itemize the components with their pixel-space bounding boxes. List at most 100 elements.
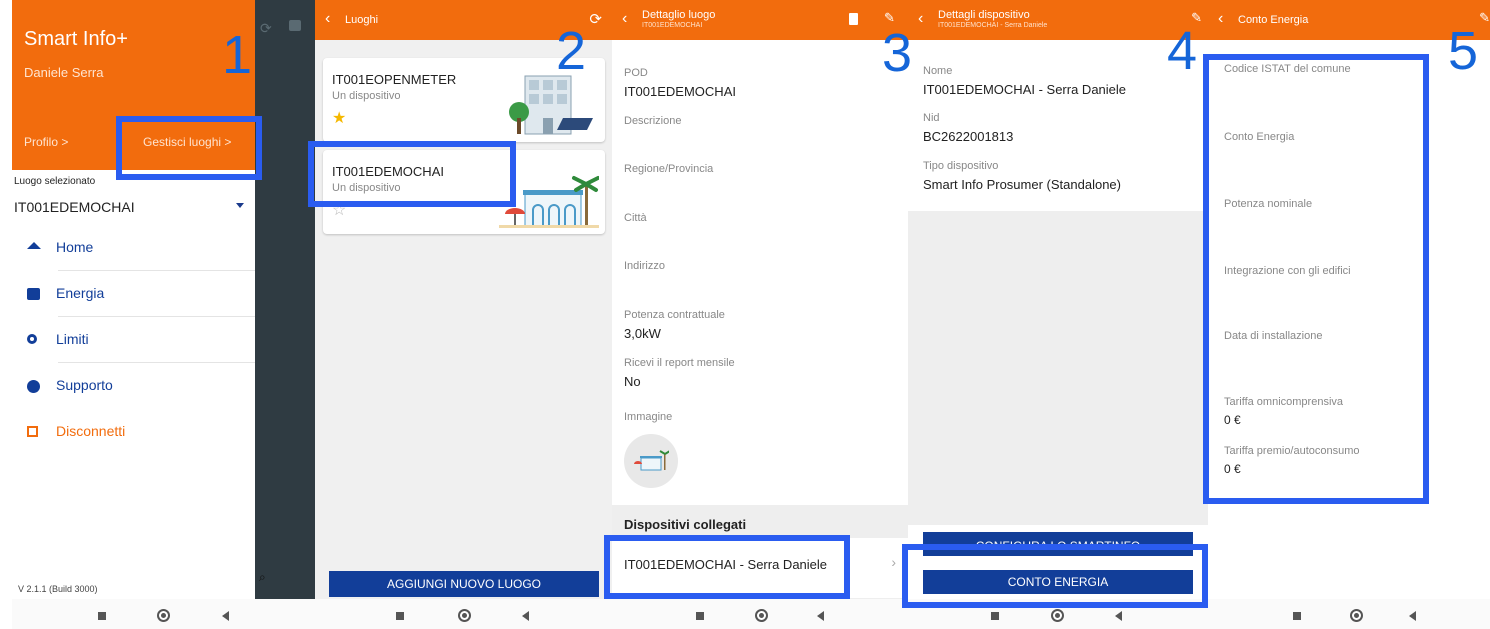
field-label: Immagine bbox=[624, 411, 673, 423]
favorite-star-icon[interactable]: ★ bbox=[332, 108, 346, 128]
android-nav-bar bbox=[612, 599, 908, 629]
drawer-menu-item[interactable]: Limiti bbox=[12, 317, 255, 363]
place-image-thumbnail[interactable] bbox=[624, 434, 678, 488]
home-nav-icon[interactable] bbox=[157, 609, 170, 622]
beach-house-icon bbox=[634, 450, 669, 471]
home-icon bbox=[27, 242, 41, 249]
highlight-connected-device bbox=[604, 535, 850, 599]
drawer-menu-label: Home bbox=[56, 239, 94, 255]
recent-apps-icon[interactable] bbox=[696, 612, 704, 620]
back-nav-icon[interactable] bbox=[1409, 611, 1416, 621]
recent-apps-icon[interactable] bbox=[1293, 612, 1301, 620]
back-nav-icon[interactable] bbox=[1115, 611, 1122, 621]
place-subtitle: Un dispositivo bbox=[332, 90, 401, 102]
refresh-icon: ⟳ bbox=[260, 20, 272, 36]
android-nav-bar bbox=[12, 599, 315, 629]
places-screen: ‹ Luoghi ⟳ IT001EOPENMETER Un dispositiv… bbox=[315, 0, 612, 629]
step-number: 5 bbox=[1448, 21, 1479, 81]
field-label: Tipo dispositivo bbox=[923, 160, 999, 172]
home-nav-icon[interactable] bbox=[1051, 609, 1064, 622]
device-detail-app-bar: ‹ Dettagli dispositivo IT001EDEMOCHAI - … bbox=[908, 0, 1208, 40]
drawer-menu-label: Supporto bbox=[56, 377, 113, 393]
field-label: POD bbox=[624, 67, 648, 79]
energy-icon bbox=[27, 288, 40, 300]
step-number: 4 bbox=[1167, 21, 1198, 81]
device-detail-screen: ‹ Dettagli dispositivo IT001EDEMOCHAI - … bbox=[908, 0, 1208, 629]
app-title: Smart Info+ bbox=[24, 28, 128, 50]
drawer-menu-item[interactable]: Home bbox=[12, 225, 255, 271]
device-detail-title: Dettagli dispositivo bbox=[938, 9, 1030, 21]
field-label: Nid bbox=[923, 112, 940, 124]
step-number: 1 bbox=[222, 25, 253, 85]
user-name: Daniele Serra bbox=[24, 65, 104, 80]
field-value: 3,0kW bbox=[624, 326, 661, 341]
recent-apps-icon[interactable] bbox=[396, 612, 404, 620]
drawer-menu-item[interactable]: Supporto bbox=[12, 363, 255, 409]
home-nav-icon[interactable] bbox=[458, 609, 471, 622]
edit-icon[interactable]: ✎ bbox=[1479, 10, 1490, 26]
drawer-menu-label: Limiti bbox=[56, 331, 89, 347]
back-icon[interactable]: ‹ bbox=[1218, 11, 1223, 27]
logout-icon bbox=[27, 426, 38, 437]
help-icon bbox=[27, 380, 40, 393]
search-icon bbox=[27, 334, 37, 344]
energy-account-title: Conto Energia bbox=[1238, 14, 1309, 26]
refresh-icon[interactable]: ⟳ bbox=[589, 10, 602, 28]
step-number: 2 bbox=[556, 21, 587, 81]
drawer-menu-label: Energia bbox=[56, 285, 105, 301]
back-nav-icon[interactable] bbox=[817, 611, 824, 621]
android-nav-bar bbox=[315, 599, 612, 629]
back-nav-icon[interactable] bbox=[222, 611, 229, 621]
back-nav-icon[interactable] bbox=[522, 611, 529, 621]
field-label: Ricevi il report mensile bbox=[624, 357, 735, 369]
highlight-manage-places bbox=[116, 116, 262, 180]
highlight-energy-button bbox=[902, 544, 1208, 608]
delete-icon[interactable] bbox=[849, 13, 858, 25]
selected-place-label: Luogo selezionato bbox=[14, 176, 96, 187]
place-detail-title: Dettaglio luogo bbox=[642, 9, 716, 21]
field-value: BC2622001813 bbox=[923, 129, 1014, 144]
back-icon[interactable]: ‹ bbox=[918, 11, 923, 27]
drawer: Smart Info+ Daniele Serra Profilo > Gest… bbox=[12, 0, 255, 599]
drawer-menu-item[interactable]: Disconnetti bbox=[12, 409, 255, 455]
home-nav-icon[interactable] bbox=[1350, 609, 1363, 622]
selected-place: IT001EDEMOCHAI bbox=[14, 199, 135, 215]
screenshot-collage: ⟳ ⌕ Smart Info+ Daniele Serra Profilo > … bbox=[0, 0, 1490, 629]
android-nav-bar bbox=[1208, 599, 1490, 629]
version-label: V 2.1.1 (Build 3000) bbox=[18, 584, 98, 594]
field-label: Città bbox=[624, 212, 647, 224]
back-icon[interactable]: ‹ bbox=[325, 11, 330, 27]
add-place-button[interactable]: AGGIUNGI NUOVO LUOGO bbox=[329, 571, 599, 597]
highlight-place-card bbox=[308, 141, 516, 207]
place-detail-app-bar: ‹ Dettaglio luogo IT001EDEMOCHAI ✎ bbox=[612, 0, 908, 40]
drawer-menu-label: Disconnetti bbox=[56, 423, 126, 439]
drawer-screen: ⟳ ⌕ Smart Info+ Daniele Serra Profilo > … bbox=[12, 0, 315, 629]
back-icon[interactable]: ‹ bbox=[622, 11, 627, 27]
step-number: 3 bbox=[882, 23, 913, 83]
field-value: Smart Info Prosumer (Standalone) bbox=[923, 177, 1121, 192]
scroll-search-icon: ⌕ bbox=[259, 570, 266, 584]
connected-devices-header: Dispositivi collegati bbox=[624, 517, 747, 532]
field-value: IT001EDEMOCHAI - Serra Daniele bbox=[923, 82, 1127, 97]
recent-apps-icon[interactable] bbox=[98, 612, 106, 620]
dimmed-background bbox=[255, 0, 315, 599]
place-name: IT001EOPENMETER bbox=[332, 72, 457, 87]
field-value: No bbox=[624, 374, 641, 389]
device-detail-subtitle: IT001EDEMOCHAI - Serra Daniele bbox=[938, 22, 1048, 29]
places-title: Luoghi bbox=[345, 14, 379, 26]
profile-link[interactable]: Profilo > bbox=[24, 135, 68, 149]
field-value: IT001EDEMOCHAI bbox=[624, 84, 736, 99]
recent-apps-icon[interactable] bbox=[991, 612, 999, 620]
place-selector[interactable]: IT001EDEMOCHAI bbox=[14, 196, 248, 218]
field-label: Regione/Provincia bbox=[624, 163, 714, 175]
chat-icon bbox=[289, 20, 301, 31]
field-label: Potenza contrattuale bbox=[624, 309, 725, 321]
highlight-energy-fields bbox=[1203, 54, 1429, 504]
home-nav-icon[interactable] bbox=[755, 609, 768, 622]
chevron-right-icon: › bbox=[891, 554, 896, 570]
dropdown-icon bbox=[236, 203, 244, 208]
drawer-menu-item[interactable]: Energia bbox=[12, 271, 255, 317]
field-label: Nome bbox=[923, 65, 953, 77]
place-detail-subtitle: IT001EDEMOCHAI bbox=[642, 22, 703, 29]
field-label: Descrizione bbox=[624, 115, 682, 127]
